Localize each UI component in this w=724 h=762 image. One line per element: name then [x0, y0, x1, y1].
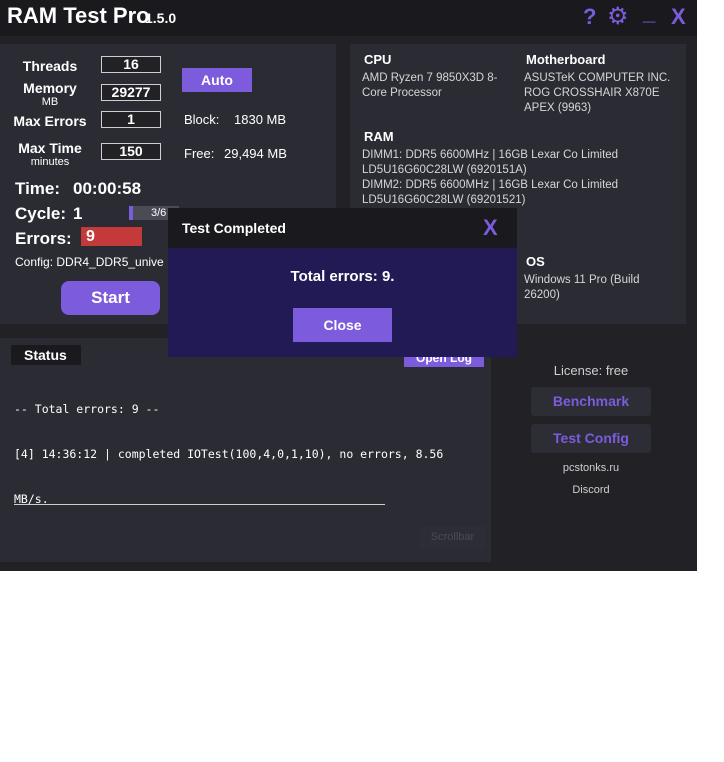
- config-text: Config: DDR4_DDR5_unive: [15, 255, 164, 269]
- dialog-message: Total errors: 9.: [290, 268, 395, 285]
- cycle-progress-text: 3/6: [151, 207, 167, 219]
- minimize-button[interactable]: _: [643, 0, 655, 26]
- log-line: Test stopped due to maximum errors reach…: [14, 627, 465, 641]
- dialog-title: Test Completed: [182, 220, 286, 236]
- max-errors-label: Max Errors: [13, 113, 87, 129]
- ram-line: LD5U16G60C28LW (6920151A): [362, 164, 527, 176]
- cpu-line: Core Processor: [362, 87, 442, 99]
- log-line: [4] 14:36:12 | completed IOTest(100,4,0,…: [14, 447, 444, 461]
- errors-value-box: 9: [81, 227, 142, 246]
- close-button[interactable]: X: [671, 4, 686, 30]
- free-label: Free:: [184, 146, 215, 161]
- max-time-unit-label: minutes: [30, 156, 70, 168]
- ram-line: LD5U16G60C28LW (69201521): [362, 194, 526, 206]
- memory-input[interactable]: 29277: [101, 84, 161, 101]
- log-divider: [14, 504, 385, 505]
- ram-title: RAM: [364, 129, 394, 144]
- license-text: License: free: [553, 363, 629, 378]
- cpu-info: AMD Ryzen 7 9850X3D 8- Core Processor: [362, 71, 498, 101]
- max-time-label: Max Time: [18, 140, 82, 156]
- motherboard-title: Motherboard: [526, 52, 606, 67]
- max-time-input[interactable]: 150: [101, 143, 161, 160]
- site-link[interactable]: pcstonks.ru: [531, 462, 651, 474]
- block-label: Block:: [184, 112, 220, 127]
- status-log: -- Total errors: 9 -- [4] 14:36:12 | com…: [14, 372, 484, 762]
- time-value: 00:00:58: [73, 179, 142, 198]
- benchmark-button[interactable]: Benchmark: [531, 387, 651, 416]
- motherboard-line: APEX (9963): [524, 102, 592, 114]
- settings-gear-icon[interactable]: ⚙: [607, 2, 629, 31]
- errors-label: Errors:: [15, 229, 72, 248]
- scrollbar-button[interactable]: Scrollbar: [420, 526, 485, 549]
- log-line: Elapsed Time: 00:00:58: [14, 672, 167, 686]
- cpu-line: AMD Ryzen 7 9850X3D 8-: [362, 72, 498, 84]
- memory-unit-label: MB: [41, 96, 59, 108]
- os-line: Windows 11 Pro (Build: [524, 274, 640, 286]
- cycle-value: 1: [73, 204, 83, 223]
- app-title: RAM Test Pro: [7, 3, 150, 28]
- os-title: OS: [526, 254, 545, 269]
- threads-input[interactable]: 16: [101, 56, 161, 73]
- time-label: Time:: [15, 179, 61, 198]
- block-value: 1830 MB: [234, 112, 287, 127]
- cpu-title: CPU: [364, 52, 392, 67]
- os-info: Windows 11 Pro (Build 26200): [524, 273, 639, 303]
- dialog-close-button[interactable]: Close: [293, 308, 392, 342]
- ram-line: DIMM2: DDR5 6600MHz | 16GB Lexar Co Limi…: [362, 179, 619, 191]
- log-line: -- Total errors: 9 --: [14, 402, 160, 416]
- dialog-close-icon[interactable]: X: [483, 215, 498, 241]
- app-version: 1.5.0: [145, 10, 177, 26]
- max-errors-input[interactable]: 1: [101, 111, 161, 128]
- status-tab: Status: [11, 345, 81, 365]
- start-button[interactable]: Start: [61, 281, 160, 315]
- cycle-progress-fill: [129, 206, 133, 220]
- ram-line: DIMM1: DDR5 6600MHz | 16GB Lexar Co Limi…: [362, 149, 619, 161]
- test-config-button[interactable]: Test Config: [531, 424, 651, 453]
- log-line: Test errors detected: 9: [14, 717, 174, 731]
- dialog-header: Test Completed X: [168, 208, 517, 248]
- discord-link[interactable]: Discord: [531, 484, 651, 496]
- motherboard-line: ASUSTeK COMPUTER INC.: [524, 72, 671, 84]
- cycle-label: Cycle:: [15, 204, 67, 223]
- threads-label: Threads: [22, 58, 78, 74]
- ram-info: DIMM1: DDR5 6600MHz | 16GB Lexar Co Limi…: [362, 148, 618, 208]
- auto-button[interactable]: Auto: [182, 68, 252, 92]
- status-title: Status: [24, 347, 67, 363]
- errors-value: 9: [86, 228, 95, 245]
- os-line: 26200): [524, 289, 560, 301]
- help-icon[interactable]: ?: [583, 4, 596, 30]
- memory-label: Memory: [23, 80, 77, 96]
- motherboard-info: ASUSTeK COMPUTER INC. ROG CROSSHAIR X870…: [524, 71, 670, 116]
- motherboard-line: ROG CROSSHAIR X870E: [524, 87, 660, 99]
- title-bar: RAM Test Pro 1.5.0 ? ⚙ _ X: [0, 0, 697, 36]
- free-value: 29,494 MB: [224, 146, 287, 161]
